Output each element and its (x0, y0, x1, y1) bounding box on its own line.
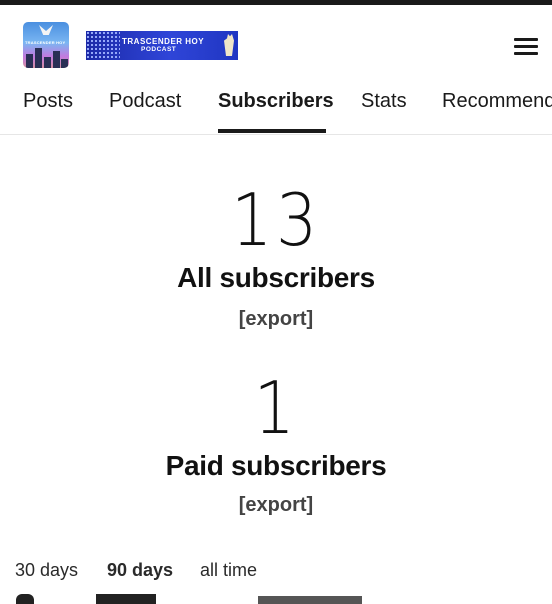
period-selector: 30 days 90 days all time (0, 560, 552, 584)
tab-posts[interactable]: Posts (23, 90, 73, 113)
logo-text: TRASCENDER HOY (25, 40, 66, 45)
all-subscribers-count: 13 (0, 178, 552, 262)
all-subscribers-export-wrap: [export] (0, 308, 552, 331)
cutoff-text-fragment (258, 596, 362, 604)
all-subscribers-label-wrap: All subscribers (0, 262, 552, 294)
tab-recommendations[interactable]: Recommendations (442, 90, 552, 113)
dot-pattern (86, 31, 120, 60)
header: TRASCENDER HOY TRASCENDER HOY PODCAST (0, 5, 552, 80)
paid-subscribers-label-wrap: Paid subscribers (0, 450, 552, 482)
period-90-days[interactable]: 90 days (107, 560, 173, 581)
publication-logo[interactable]: TRASCENDER HOY (23, 22, 69, 68)
export-all-subscribers-link[interactable]: [export] (239, 308, 313, 330)
all-subscribers-number: 13 (231, 178, 321, 262)
all-subscribers-label: All subscribers (177, 262, 375, 293)
building-shape (53, 51, 60, 68)
period-30-days[interactable]: 30 days (15, 560, 78, 581)
paid-subscribers-count: 1 (0, 366, 552, 450)
period-all-time[interactable]: all time (200, 560, 257, 581)
cutoff-content-row (0, 592, 552, 604)
paid-subscribers-number: 1 (253, 366, 299, 450)
hand-icon (224, 34, 234, 56)
hamburger-menu-icon[interactable] (514, 36, 538, 56)
building-shape (26, 54, 33, 68)
export-paid-subscribers-link[interactable]: [export] (239, 494, 313, 516)
cutoff-text-fragment (16, 594, 34, 604)
building-shape (61, 59, 68, 68)
bird-icon (39, 25, 53, 35)
paid-subscribers-export-wrap: [export] (0, 494, 552, 517)
tab-bar: Posts Podcast Subscribers Stats Recommen… (0, 80, 552, 135)
building-shape (35, 48, 42, 68)
building-shape (44, 57, 51, 68)
cutoff-text-fragment (96, 594, 156, 604)
banner-title: TRASCENDER HOY (122, 37, 205, 46)
tab-podcast[interactable]: Podcast (109, 90, 181, 113)
active-tab-indicator (218, 129, 326, 133)
tab-subscribers[interactable]: Subscribers (218, 90, 334, 113)
paid-subscribers-label: Paid subscribers (165, 450, 387, 481)
tab-stats[interactable]: Stats (361, 90, 407, 113)
publication-banner[interactable]: TRASCENDER HOY PODCAST (86, 31, 238, 60)
banner-subtitle: PODCAST (141, 46, 177, 53)
